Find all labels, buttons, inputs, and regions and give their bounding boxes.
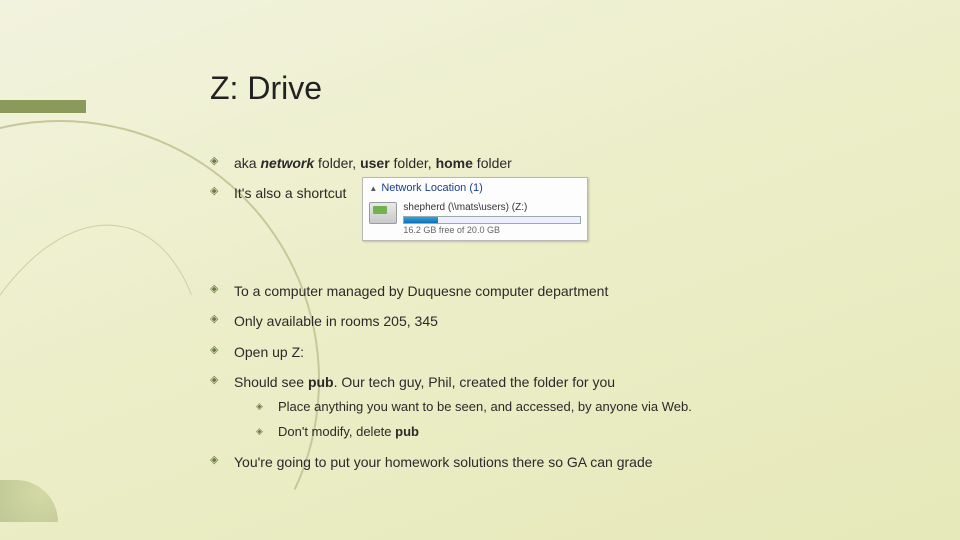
chevron-down-icon: ▲ bbox=[369, 183, 377, 195]
list-item: Should see pub. Our tech guy, Phil, crea… bbox=[210, 372, 890, 442]
network-drive-widget: ▲ Network Location (1) shepherd (\\mats\… bbox=[362, 177, 588, 241]
list-item: Don't modify, delete pub bbox=[256, 423, 890, 442]
list-item: It's also a shortcut ▲ Network Location … bbox=[210, 183, 890, 247]
drive-group-header: ▲ Network Location (1) bbox=[363, 178, 587, 200]
drive-group-label: Network Location (1) bbox=[381, 181, 483, 197]
list-item: Only available in rooms 205, 345 bbox=[210, 311, 890, 331]
drive-label: shepherd (\\mats\users) (Z:) bbox=[403, 202, 581, 214]
list-item: aka network folder, user folder, home fo… bbox=[210, 153, 890, 173]
slide-body: Z: Drive aka network folder, user folder… bbox=[0, 0, 960, 522]
drive-info: shepherd (\\mats\users) (Z:) 16.2 GB fre… bbox=[403, 202, 581, 235]
network-drive-icon bbox=[369, 202, 397, 224]
list-item: Open up Z: bbox=[210, 342, 890, 362]
bullet-list: aka network folder, user folder, home fo… bbox=[210, 153, 890, 247]
slide-title: Z: Drive bbox=[210, 70, 890, 107]
shortcut-text: It's also a shortcut bbox=[234, 183, 346, 203]
list-item: Place anything you want to be seen, and … bbox=[256, 398, 890, 417]
drive-free-text: 16.2 GB free of 20.0 GB bbox=[403, 225, 581, 235]
drive-usage-fill bbox=[404, 217, 437, 223]
list-item: You're going to put your homework soluti… bbox=[210, 452, 890, 472]
sub-list: Place anything you want to be seen, and … bbox=[256, 398, 890, 442]
list-item: To a computer managed by Duquesne comput… bbox=[210, 281, 890, 301]
drive-usage-bar bbox=[403, 216, 581, 224]
bullet-list: To a computer managed by Duquesne comput… bbox=[210, 281, 890, 472]
